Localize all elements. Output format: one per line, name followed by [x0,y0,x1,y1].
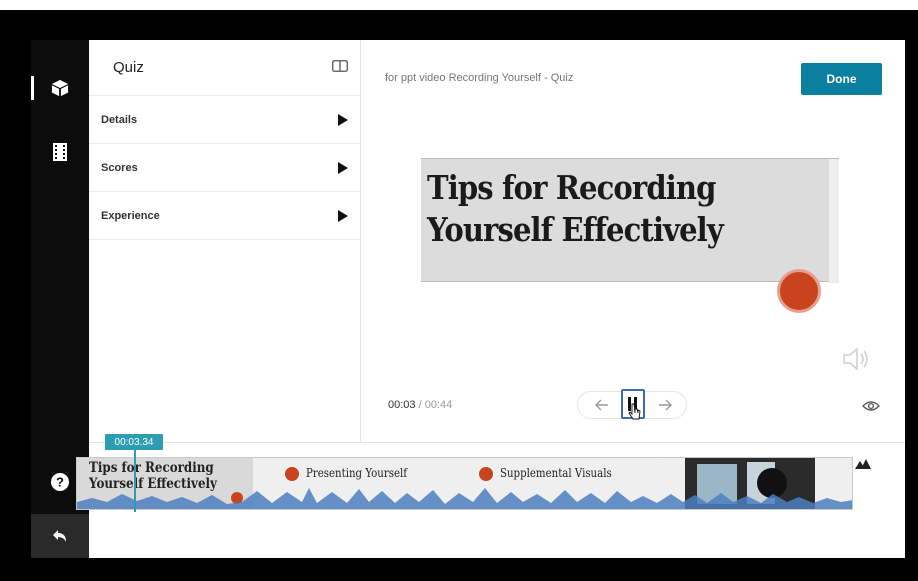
done-button[interactable]: Done [801,63,882,95]
time-separator: / [418,399,422,411]
volume-icon [843,347,868,371]
expand-arrow-icon [338,161,348,174]
section-label: Details [101,113,138,126]
slide-title: Tips for Recording Yourself Effectively [427,167,724,251]
playhead-time-badge: 00:03.34 [105,434,163,450]
quiz-panel: Quiz Details Scores Experience [89,40,361,442]
slide-line-2: Yourself Effectively [427,210,724,249]
zoom-in-icon [855,459,871,469]
screen: ? Quiz Details Scores Experience for ppt… [0,0,918,581]
slide-edge [829,159,839,283]
film-icon [53,143,67,161]
section-details[interactable]: Details [89,96,360,144]
panel-toggle-icon [332,59,348,72]
expand-arrow-icon [338,209,348,222]
slide-stamp [777,269,821,313]
current-time: 00:03 [388,399,416,411]
timeline-track[interactable]: Tips for Recording Yourself Effectively … [76,457,853,510]
section-scores[interactable]: Scores [89,144,360,192]
video-frame: Tips for Recording Yourself Effectively [421,158,839,283]
rail-item-media[interactable] [31,132,89,172]
section-label: Experience [101,209,160,222]
next-button[interactable] [656,396,674,414]
rail-item-quiz[interactable] [31,68,89,108]
eye-icon [862,401,880,411]
cube-icon [51,79,69,97]
video-preview: for ppt video Recording Yourself - Quiz … [362,40,905,442]
total-time: 00:44 [424,399,453,411]
quiz-panel-header: Quiz [89,40,360,96]
top-strip [0,0,918,10]
playhead[interactable] [134,450,136,512]
expand-arrow-icon [338,113,348,126]
help-icon: ? [51,473,69,491]
arrow-left-icon [595,399,608,411]
section-label: Scores [101,161,138,174]
zoom-in-button[interactable] [855,456,871,474]
volume-button[interactable] [842,347,872,376]
slide-line-1: Tips for Recording [427,168,716,207]
section-experience[interactable]: Experience [89,192,360,240]
video-title: for ppt video Recording Yourself - Quiz [385,72,574,84]
visibility-button[interactable] [862,399,880,417]
panel-title: Quiz [113,59,144,76]
arrow-right-icon [659,399,672,411]
panel-toggle-button[interactable] [332,59,348,77]
audio-waveform [77,488,852,509]
time-display: 00:03 / 00:44 [388,399,452,411]
back-arrow-icon [53,530,66,542]
mouse-cursor-icon [628,402,642,425]
previous-button[interactable] [593,396,611,414]
back-button[interactable] [31,514,89,558]
svg-text:?: ? [56,475,64,490]
